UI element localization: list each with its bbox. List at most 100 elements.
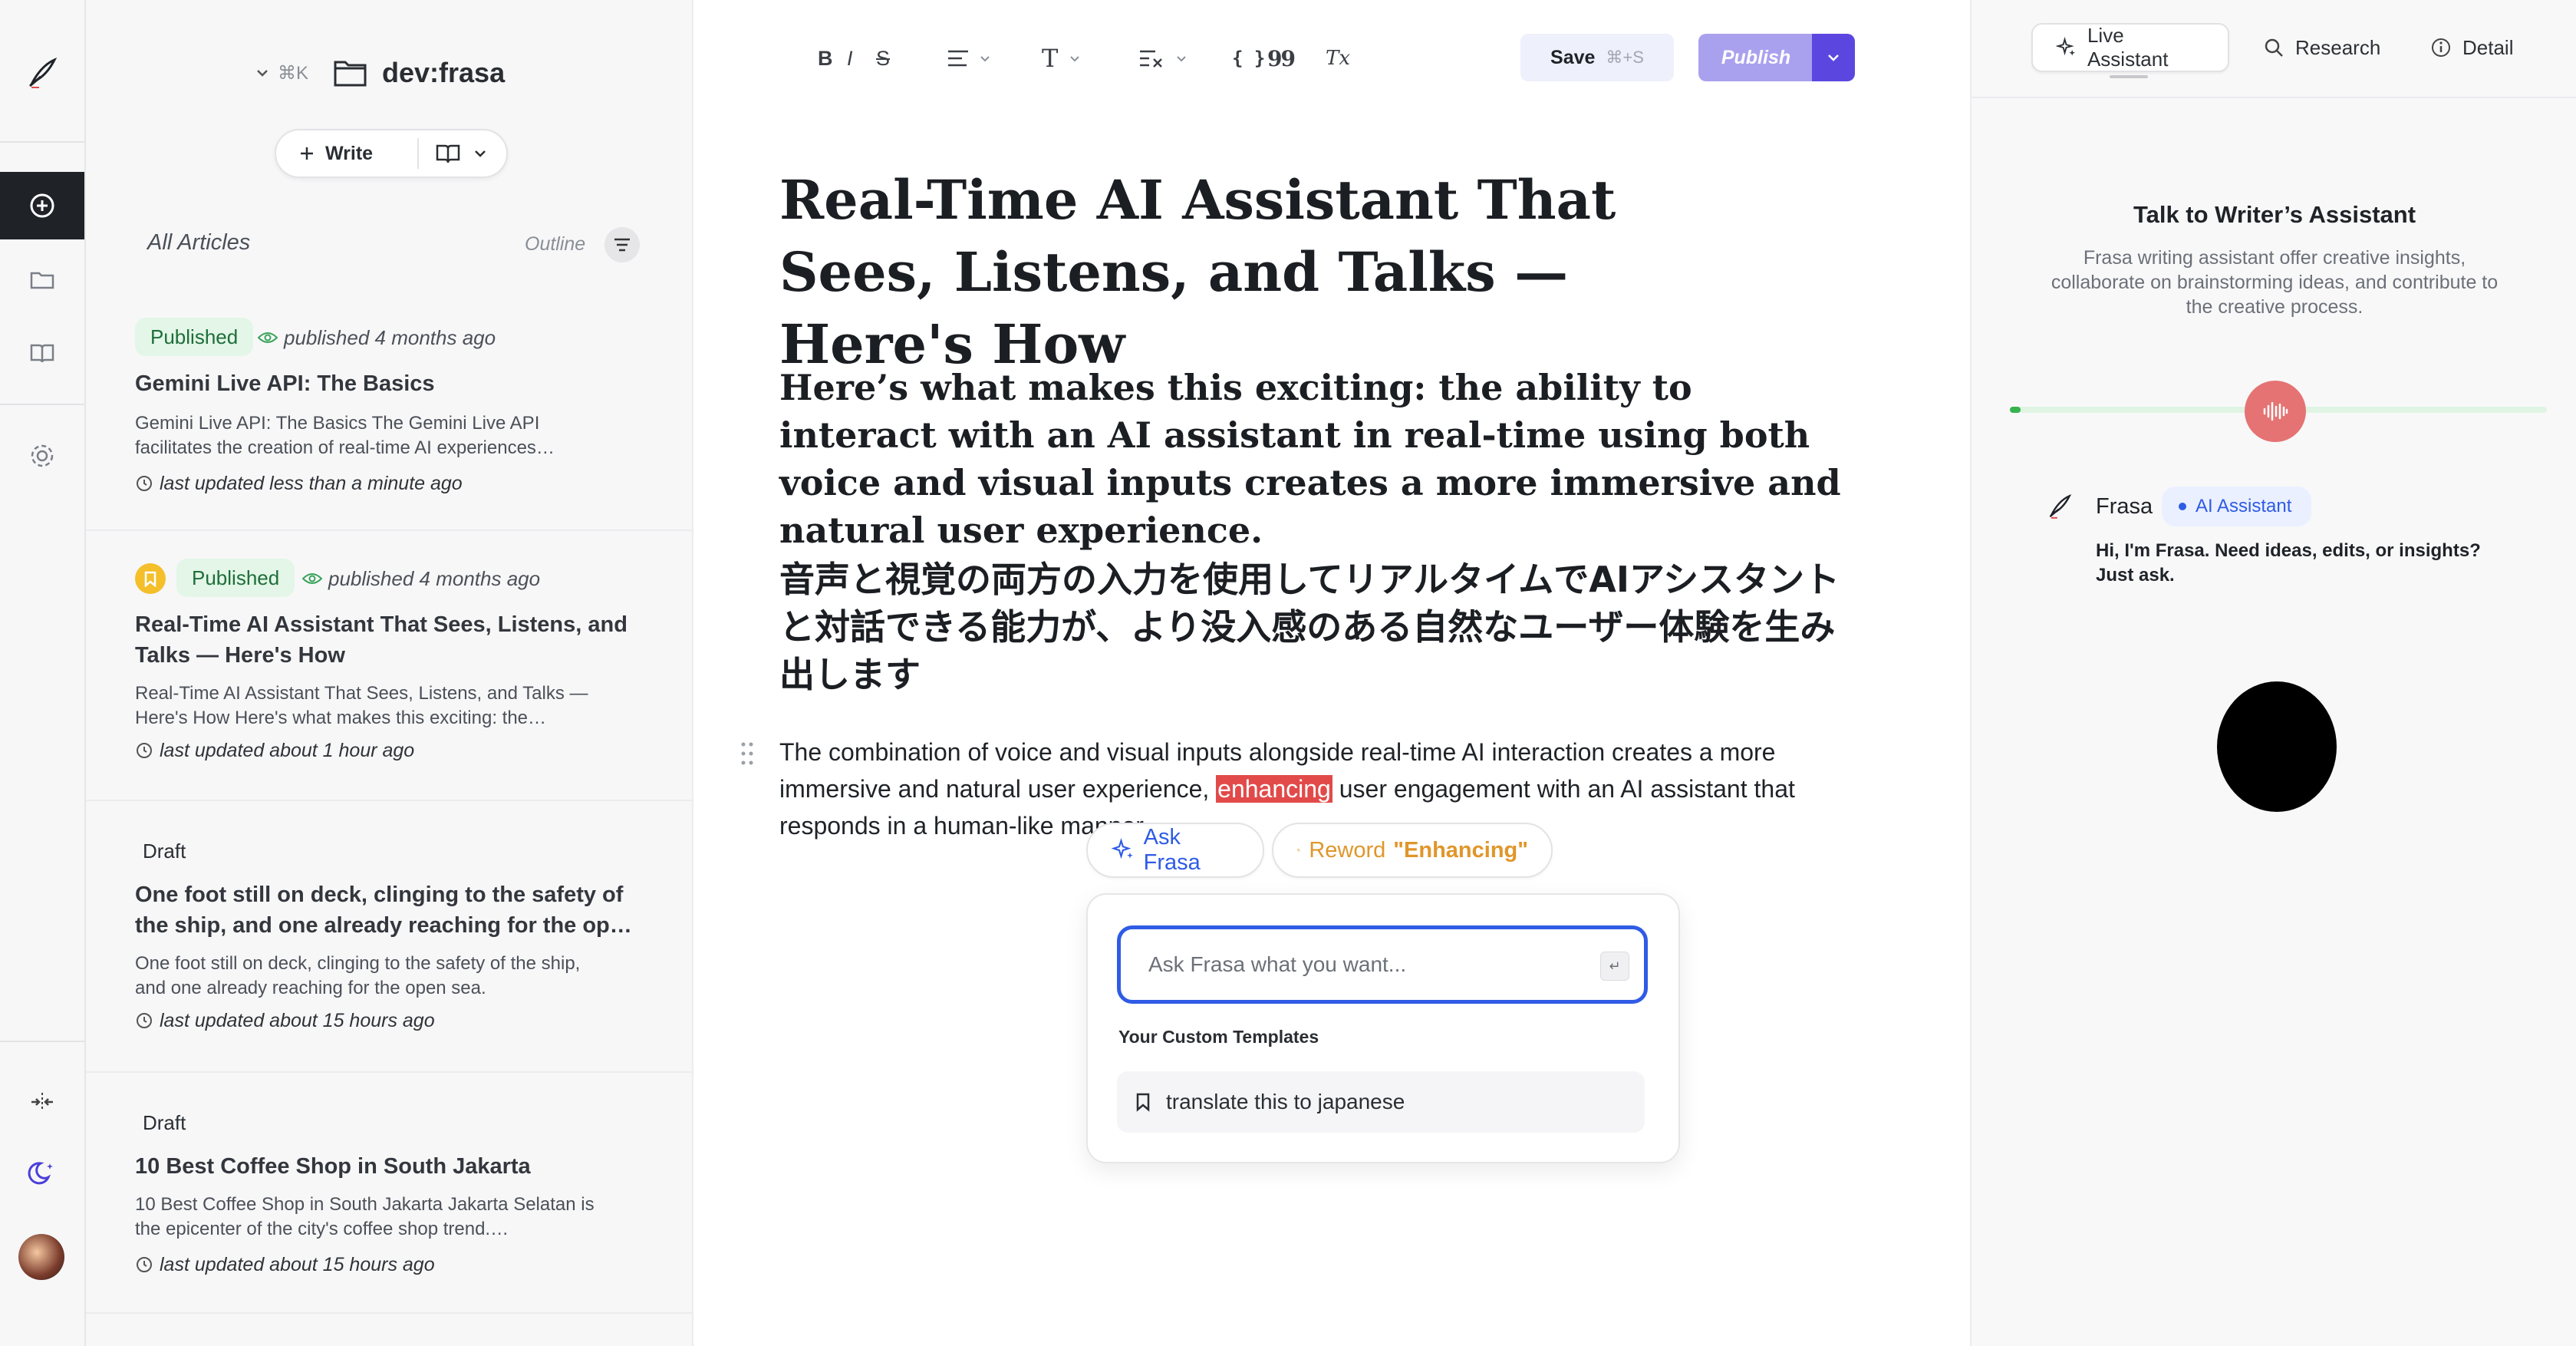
chevron-down-icon: [980, 56, 990, 62]
frasa-logo-icon: [2049, 493, 2072, 519]
enter-key-hint: ↵: [1600, 952, 1629, 981]
microphone-button[interactable]: [2245, 381, 2306, 442]
article-item[interactable]: Draft 10 Best Coffee Shop in South Jakar…: [86, 1073, 692, 1311]
outline-toggle[interactable]: [604, 227, 640, 262]
rail-expand-button[interactable]: [0, 1068, 84, 1136]
strike-button[interactable]: S: [876, 43, 890, 74]
save-shortcut: ⌘+S: [1606, 48, 1644, 67]
tab-label: Detail: [2462, 35, 2514, 59]
sparkle-icon: [1111, 837, 1133, 859]
code-button[interactable]: { }: [1232, 43, 1265, 74]
article-item[interactable]: Published published 4 months ago Real-Ti…: [86, 531, 692, 800]
editor-panel: B I S T { } 99 Tx Save ⌘+S Publish Real-…: [695, 0, 1968, 1346]
eye-icon: [302, 573, 322, 584]
assistant-title: Talk to Writer’s Assistant: [2133, 201, 2416, 228]
article-updated: last updated less than a minute ago: [135, 471, 463, 496]
tab-label: Live Assistant: [2087, 24, 2169, 71]
status-badge: Published: [135, 318, 254, 356]
publish-meta: published 4 months ago: [258, 325, 496, 350]
article-excerpt: 10 Best Coffee Shop in South Jakarta Jak…: [135, 1194, 595, 1239]
rail-settings-button[interactable]: [0, 422, 84, 490]
chevron-down-icon: [257, 70, 268, 77]
text-clear-format-icon: [1140, 50, 1162, 68]
message-sender: Frasa: [2096, 494, 2153, 519]
document-title[interactable]: Real-Time AI Assistant That Sees, Listen…: [779, 164, 1777, 381]
eye-icon: [258, 332, 278, 343]
article-item[interactable]: Published published 4 months ago Gemini …: [86, 299, 692, 529]
quote-button[interactable]: 99: [1267, 43, 1296, 74]
write-label: Write: [325, 142, 374, 164]
publish-label: Publish: [1721, 46, 1791, 68]
publish-options-button[interactable]: [1812, 34, 1855, 81]
article-updated-text: last updated about 15 hours ago: [160, 1254, 435, 1275]
ask-frasa-input[interactable]: [1117, 925, 1648, 1004]
document-heading-jp[interactable]: 音声と視覚の両方の入力を使用してリアルタイムでAIアシスタントと対話できる能力が…: [779, 556, 1846, 698]
drag-handle-icon[interactable]: [740, 741, 755, 766]
write-mode-dropdown[interactable]: [419, 143, 488, 164]
align-left-icon: [948, 50, 968, 67]
tab-live-assistant[interactable]: Live Assistant: [2031, 23, 2229, 72]
article-title: One foot still on deck, clinging to the …: [135, 882, 632, 938]
expand-icon: [31, 1093, 53, 1111]
publish-meta: published 4 months ago: [302, 566, 540, 591]
settings-icon: [31, 444, 54, 467]
article-title: Gemini Live API: The Basics: [135, 371, 435, 396]
templates-heading: Your Custom Templates: [1118, 1027, 1319, 1047]
article-item[interactable]: Draft One foot still on deck, clinging t…: [86, 801, 692, 1070]
reword-button[interactable]: Reword "Enhancing": [1272, 823, 1553, 878]
rail-folder-button[interactable]: [0, 246, 84, 313]
align-dropdown[interactable]: [947, 43, 991, 74]
rail-theme-button[interactable]: [0, 1139, 84, 1206]
article-updated: last updated about 15 hours ago: [135, 1008, 435, 1033]
article-excerpt: Real-Time AI Assistant That Sees, Listen…: [135, 683, 588, 728]
line-spacing-dropdown[interactable]: [1138, 43, 1188, 74]
italic-button[interactable]: I: [847, 43, 853, 74]
tab-research[interactable]: Research: [2240, 23, 2403, 72]
ask-frasa-popup: ↵ Your Custom Templates translate this t…: [1086, 893, 1680, 1163]
tab-label: Research: [2295, 35, 2381, 59]
audio-wave-icon: [2263, 401, 2288, 421]
template-item[interactable]: translate this to japanese: [1117, 1071, 1645, 1133]
workspace-switcher[interactable]: ⌘K dev:frasa: [255, 57, 505, 89]
text-type-label: T: [1042, 44, 1059, 73]
publish-meta-text: published 4 months ago: [328, 567, 541, 590]
document-heading-en[interactable]: Here’s what makes this exciting: the abi…: [779, 364, 1846, 554]
chevron-down-icon: [475, 150, 486, 157]
add-circle-icon: [30, 193, 54, 218]
write-button[interactable]: Write: [276, 130, 417, 176]
publish-button[interactable]: Publish: [1698, 34, 1813, 81]
outline-label[interactable]: Outline: [525, 233, 585, 256]
clock-icon: [137, 1013, 152, 1028]
text-type-dropdown[interactable]: T: [1042, 43, 1081, 74]
voice-orb[interactable]: [2217, 681, 2337, 812]
folder-icon: [334, 61, 367, 87]
sparkle-icon: [1296, 847, 1301, 853]
article-updated: last updated about 15 hours ago: [135, 1252, 435, 1277]
chevron-down-icon: [1177, 56, 1186, 62]
clock-icon: [137, 476, 152, 491]
avatar[interactable]: [18, 1234, 64, 1280]
folder-icon: [30, 272, 54, 289]
chevron-down-icon: [1828, 54, 1839, 61]
save-button[interactable]: Save ⌘+S: [1520, 34, 1674, 81]
shortcut-hint: ⌘K: [278, 62, 309, 84]
template-item-label: translate this to japanese: [1166, 1090, 1405, 1113]
bold-button[interactable]: B: [818, 43, 833, 74]
ask-frasa-button[interactable]: Ask Frasa: [1086, 823, 1264, 878]
ask-frasa-label: Ask Frasa: [1143, 825, 1201, 875]
reword-label: Reword: [1309, 837, 1386, 863]
clock-icon: [137, 1257, 152, 1272]
search-icon: [2265, 38, 2283, 57]
bookmark-icon: [144, 571, 156, 587]
tab-indicator: [2110, 75, 2148, 78]
tab-detail[interactable]: Detail: [2407, 23, 2536, 72]
rail-new-button[interactable]: [0, 172, 84, 239]
status-badge: Published: [176, 559, 295, 597]
clock-icon: [137, 743, 152, 758]
clear-format-button[interactable]: Tx: [1326, 43, 1350, 74]
article-title: 10 Best Coffee Shop in South Jakarta: [135, 1154, 531, 1179]
rail-library-button[interactable]: [0, 319, 84, 387]
selected-word[interactable]: enhancing: [1216, 775, 1332, 803]
sparkle-icon: [2056, 37, 2076, 56]
frasa-logo[interactable]: [0, 40, 84, 104]
